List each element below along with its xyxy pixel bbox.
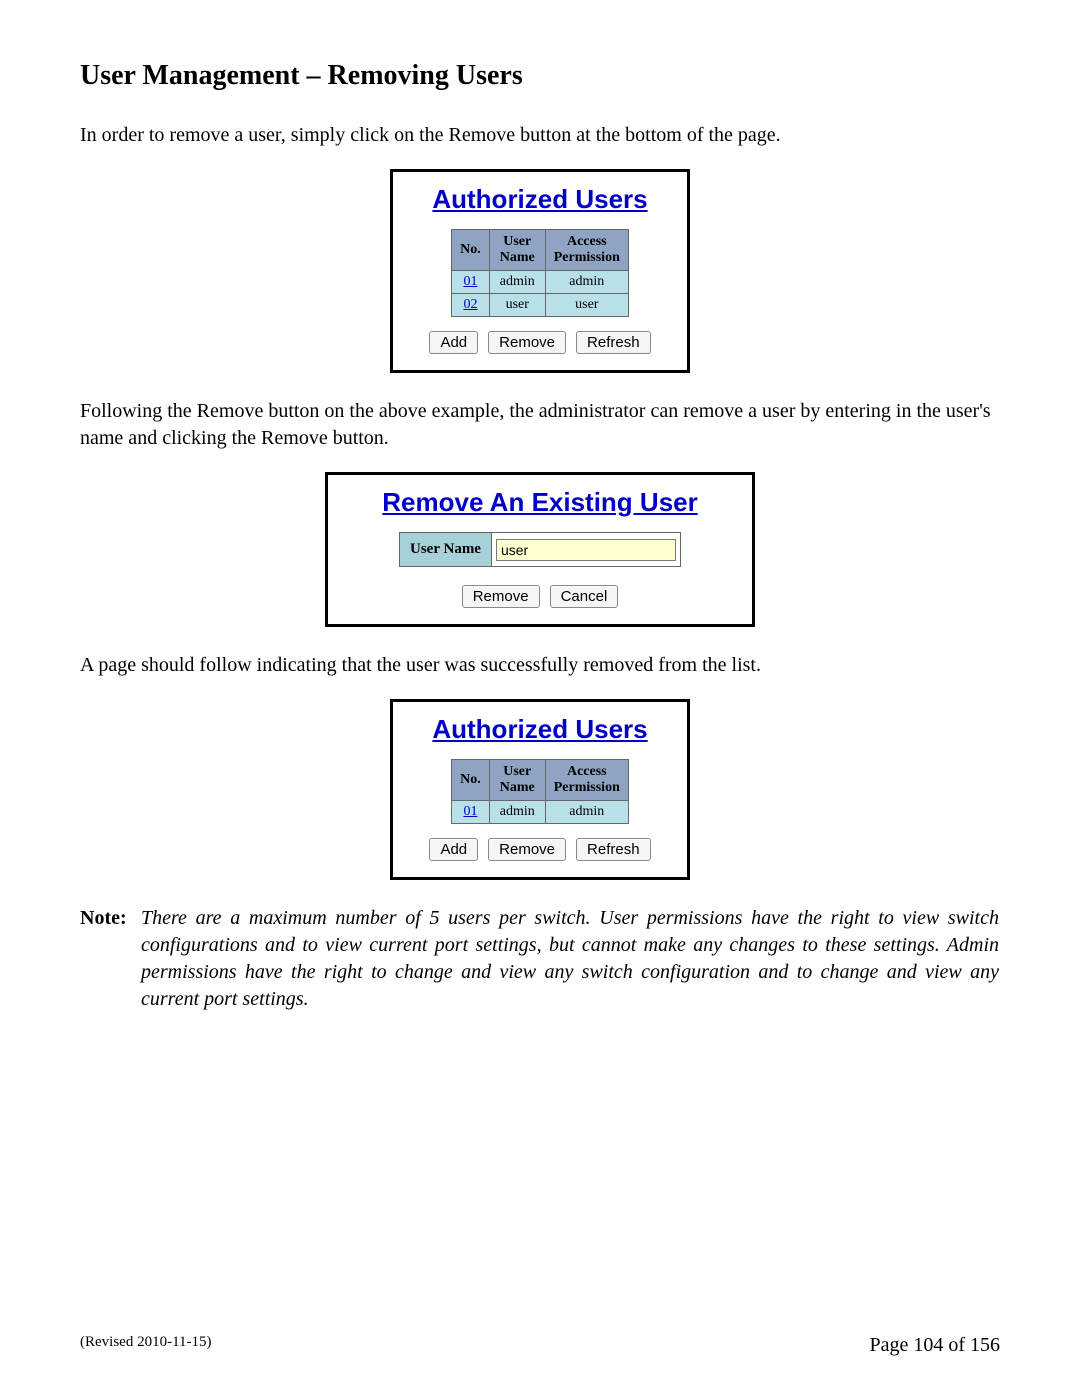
user-table: No. User Name Access Permission 01 admin… <box>451 229 629 317</box>
intro-paragraph-1: In order to remove a user, simply click … <box>80 122 1000 149</box>
panel-title: Authorized Users <box>403 184 677 215</box>
intro-paragraph-3: A page should follow indicating that the… <box>80 652 1000 679</box>
row-perm: admin <box>545 271 628 294</box>
col-perm: Access Permission <box>545 760 628 801</box>
remove-user-panel: Remove An Existing User User Name Remove… <box>325 472 755 627</box>
add-button[interactable]: Add <box>429 838 478 861</box>
row-no-link[interactable]: 01 <box>452 271 490 294</box>
col-perm: Access Permission <box>545 230 628 271</box>
add-button[interactable]: Add <box>429 331 478 354</box>
table-row: 01 admin admin <box>452 801 629 824</box>
col-name: User Name <box>489 230 545 271</box>
page-title: User Management – Removing Users <box>80 60 1000 92</box>
note-text: There are a maximum number of 5 users pe… <box>141 905 999 1013</box>
panel-title: Authorized Users <box>403 714 677 745</box>
user-name-field-cell <box>491 533 680 567</box>
intro-paragraph-2: Following the Remove button on the above… <box>80 398 1000 452</box>
row-perm: admin <box>545 801 628 824</box>
row-name: admin <box>489 271 545 294</box>
remove-button[interactable]: Remove <box>462 585 540 608</box>
table-row: 01 admin admin <box>452 271 629 294</box>
user-name-label: User Name <box>400 533 492 567</box>
col-name: User Name <box>489 760 545 801</box>
page-footer: (Revised 2010-11-15) Page 104 of 156 <box>80 1334 1000 1357</box>
remove-user-form: User Name <box>399 532 681 567</box>
refresh-button[interactable]: Refresh <box>576 838 651 861</box>
panel-title: Remove An Existing User <box>338 487 742 518</box>
authorized-users-panel-after: Authorized Users No. User Name Access Pe… <box>390 699 690 880</box>
row-name: user <box>489 294 545 317</box>
revised-date: (Revised 2010-11-15) <box>80 1334 212 1351</box>
row-name: admin <box>489 801 545 824</box>
col-no: No. <box>452 760 490 801</box>
note-block: Note: There are a maximum number of 5 us… <box>80 905 1000 1013</box>
row-no-link[interactable]: 01 <box>452 801 490 824</box>
remove-button[interactable]: Remove <box>488 331 566 354</box>
row-no-link[interactable]: 02 <box>452 294 490 317</box>
cancel-button[interactable]: Cancel <box>550 585 619 608</box>
authorized-users-panel-before: Authorized Users No. User Name Access Pe… <box>390 169 690 373</box>
remove-button[interactable]: Remove <box>488 838 566 861</box>
user-name-input[interactable] <box>496 539 676 561</box>
row-perm: user <box>545 294 628 317</box>
page-number: Page 104 of 156 <box>869 1334 1000 1357</box>
table-row: 02 user user <box>452 294 629 317</box>
refresh-button[interactable]: Refresh <box>576 331 651 354</box>
note-label: Note: <box>80 905 136 932</box>
user-table: No. User Name Access Permission 01 admin… <box>451 759 629 824</box>
col-no: No. <box>452 230 490 271</box>
